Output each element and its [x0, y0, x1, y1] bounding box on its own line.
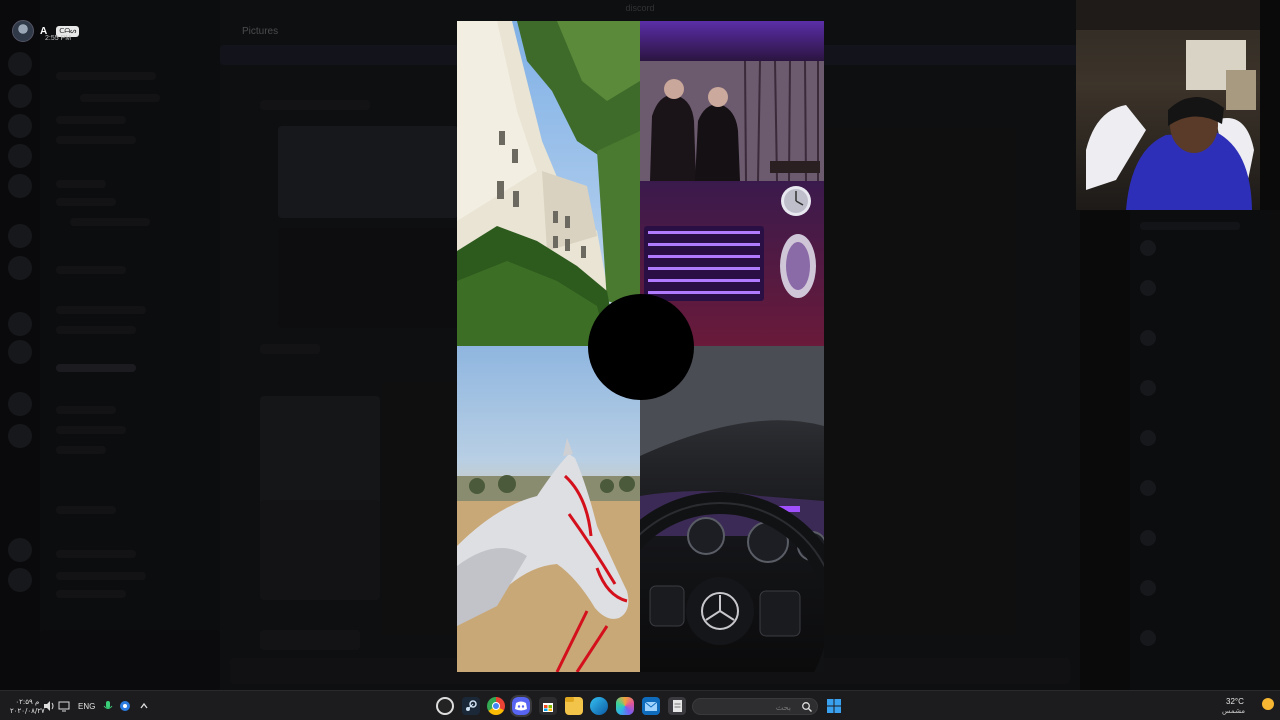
image-viewer-collage[interactable]: [457, 21, 824, 672]
weather-temperature: 32°C: [1226, 697, 1244, 706]
clock-date: ۲۰۲۰/۰۸/۲۷: [10, 707, 45, 715]
clock[interactable]: ۰۲:۵۹ م ۲۰۲۰/۰۸/۲۷: [10, 698, 45, 716]
reaction-bar[interactable]: [260, 344, 320, 354]
purple-gaming-photo: [640, 21, 824, 346]
member-avatar[interactable]: [1140, 240, 1156, 256]
user-panel: [40, 630, 220, 690]
streamer-illustration: [1076, 0, 1260, 210]
member-avatar[interactable]: [1140, 480, 1156, 496]
steam-icon[interactable]: [462, 697, 480, 715]
chevron-up-icon[interactable]: [137, 699, 151, 713]
message-author: [260, 100, 370, 110]
gaming-setup-illustration: [640, 21, 824, 346]
windows-icon: [827, 699, 841, 713]
channel-item[interactable]: [56, 306, 146, 314]
channel-item[interactable]: [56, 572, 146, 580]
member-avatar[interactable]: [1140, 580, 1156, 596]
speaker-icon[interactable]: [42, 699, 56, 713]
windows-taskbar: ۰۲:۵۹ م ۲۰۲۰/۰۸/۲۷ ENG بحث 32°C مشمس: [0, 690, 1280, 720]
message-embed: [278, 126, 458, 218]
steering-wheel-illustration: [640, 346, 824, 672]
channel-item[interactable]: [56, 72, 156, 80]
language-indicator[interactable]: ENG: [78, 702, 95, 711]
server-icon[interactable]: [8, 424, 32, 448]
weather-widget[interactable]: 32°C مشمس: [1222, 696, 1278, 716]
server-icon[interactable]: [8, 538, 32, 562]
monitor-icon[interactable]: [57, 699, 71, 713]
image-attachment[interactable]: [260, 396, 380, 506]
server-icon[interactable]: [8, 144, 32, 168]
message-embed: [278, 228, 458, 328]
building-photo: [457, 21, 640, 346]
member-avatar[interactable]: [1140, 430, 1156, 446]
server-icon[interactable]: [8, 568, 32, 592]
channel-sidebar: [40, 0, 220, 690]
server-icon[interactable]: [8, 340, 32, 364]
notepad-icon[interactable]: [668, 697, 686, 715]
webcam-overlay: [1076, 0, 1260, 210]
server-icon[interactable]: [8, 392, 32, 416]
copilot-icon[interactable]: [616, 697, 634, 715]
member-avatar[interactable]: [1140, 380, 1156, 396]
taskbar-search[interactable]: [692, 698, 818, 715]
desktop-screen: discord Pictures A ᑕᗩᔕ 2:55 PM ۰۲:۵۹ م ۲…: [0, 0, 1280, 720]
building-illustration: [457, 21, 640, 346]
channel-item[interactable]: [56, 136, 136, 144]
member-list: [1130, 210, 1280, 690]
channel-item[interactable]: [56, 266, 126, 274]
car-steering-wheel-photo: [640, 346, 824, 672]
member-avatar[interactable]: [1140, 280, 1156, 296]
discord-icon[interactable]: [510, 695, 532, 717]
server-icon[interactable]: [8, 52, 32, 76]
channel-title: Pictures: [242, 26, 279, 37]
channel-item[interactable]: [70, 218, 150, 226]
chrome-icon[interactable]: [487, 697, 505, 715]
microphone-icon[interactable]: [101, 699, 115, 713]
search-icon: [802, 702, 812, 712]
horse-illustration: [457, 438, 640, 672]
server-icon[interactable]: [8, 84, 32, 108]
member-avatar[interactable]: [1140, 630, 1156, 646]
start-button[interactable]: [825, 697, 843, 715]
channel-item[interactable]: [56, 590, 126, 598]
channel-item[interactable]: [56, 116, 126, 124]
outlook-icon[interactable]: [642, 697, 660, 715]
channel-item[interactable]: [56, 506, 116, 514]
clock-time: ۰۲:۵۹ م: [15, 698, 40, 706]
weather-label: مشمس: [1222, 707, 1245, 715]
channel-item[interactable]: [56, 180, 106, 188]
image-attachment[interactable]: [260, 500, 380, 600]
server-icon[interactable]: [8, 312, 32, 336]
channel-item[interactable]: [56, 426, 126, 434]
channel-item-active[interactable]: [56, 364, 136, 372]
collage-center-dot: [588, 294, 694, 400]
member-avatar[interactable]: [1140, 330, 1156, 346]
recording-app-icon[interactable]: [436, 697, 454, 715]
file-explorer-icon[interactable]: [565, 697, 583, 715]
store-icon[interactable]: [539, 697, 557, 715]
tray-app-icon[interactable]: [118, 699, 132, 713]
server-list: [0, 0, 40, 690]
sun-icon: [1262, 698, 1274, 710]
user-avatar[interactable]: [12, 20, 34, 42]
attachment-chip[interactable]: [260, 630, 360, 650]
server-icon[interactable]: [8, 114, 32, 138]
channel-item[interactable]: [56, 446, 106, 454]
channel-item[interactable]: [56, 406, 116, 414]
member-group-header: [1140, 222, 1240, 230]
search-input[interactable]: [703, 701, 791, 713]
server-icon[interactable]: [8, 224, 32, 248]
server-icon[interactable]: [8, 174, 32, 198]
channel-item[interactable]: [56, 326, 136, 334]
channel-item[interactable]: [56, 198, 116, 206]
horse-photo: [457, 346, 640, 672]
user-time: 2:55 PM: [45, 35, 72, 42]
member-avatar[interactable]: [1140, 530, 1156, 546]
edge-icon[interactable]: [590, 697, 608, 715]
server-icon[interactable]: [8, 256, 32, 280]
channel-item[interactable]: [56, 550, 136, 558]
channel-item[interactable]: [80, 94, 160, 102]
